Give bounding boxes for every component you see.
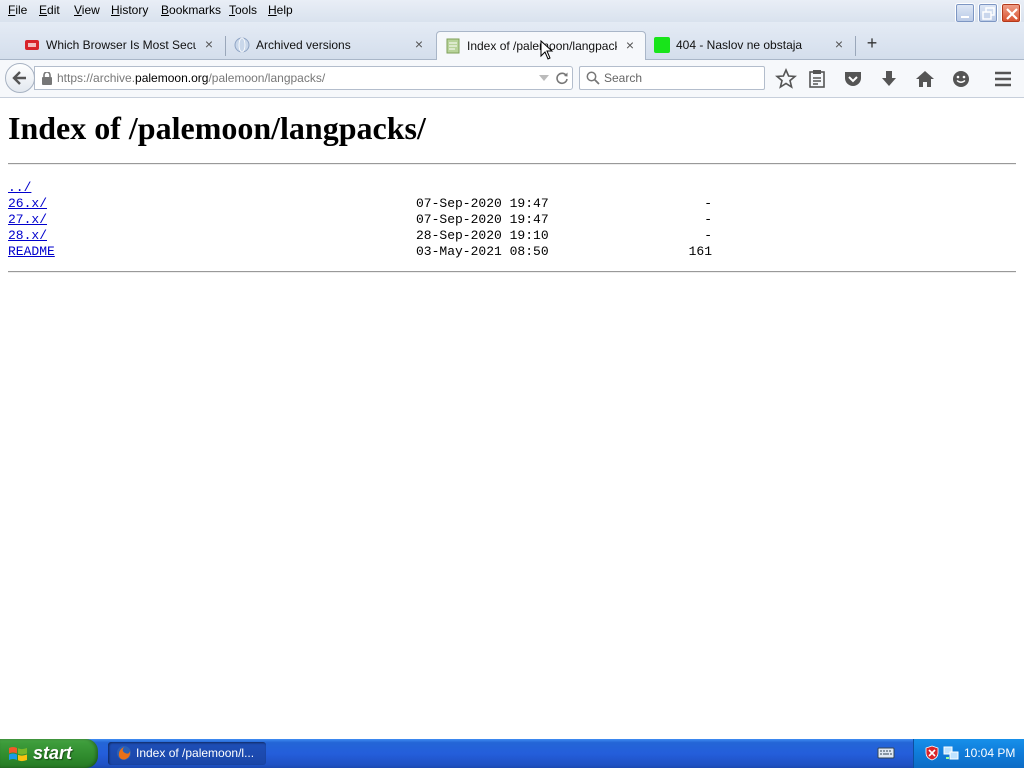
entry-size: - xyxy=(704,196,712,211)
page-icon xyxy=(446,38,460,54)
download-icon[interactable] xyxy=(878,68,900,90)
lock-icon xyxy=(42,72,52,85)
search-bar[interactable] xyxy=(579,66,765,90)
restore-button[interactable] xyxy=(978,3,998,23)
start-label: start xyxy=(33,743,73,763)
taskbar: start Index of /palemoon/l... 10:04 PM xyxy=(0,739,1024,768)
url-prefix: https://archive. xyxy=(57,71,136,85)
chat-smiley-icon[interactable] xyxy=(950,68,972,90)
dropdown-arrow-icon[interactable] xyxy=(538,73,550,83)
minimize-button[interactable] xyxy=(955,3,975,23)
keyboard-icon[interactable] xyxy=(877,746,895,760)
entry-date: 07-Sep-2020 19:47 xyxy=(416,196,549,211)
entry-link-parent[interactable]: ../ xyxy=(8,180,31,196)
menu-tools[interactable]: Tools xyxy=(229,3,257,17)
search-input[interactable] xyxy=(604,70,754,86)
entry-link-28x[interactable]: 28.x/ xyxy=(8,228,47,244)
divider-bottom xyxy=(8,271,1016,273)
entry-size: - xyxy=(704,212,712,227)
tab-title: 404 - Naslov ne obstaja xyxy=(676,38,803,52)
menu-bar: File Edit View History Bookmarks Tools H… xyxy=(0,0,1024,23)
restore-icon xyxy=(982,7,995,20)
tab-which-browser[interactable]: Which Browser Is Most Secur... × xyxy=(16,31,226,60)
bookmark-star-icon[interactable] xyxy=(775,68,797,90)
tab-404[interactable]: 404 - Naslov ne obstaja × xyxy=(646,31,856,60)
reader-list-icon[interactable] xyxy=(806,68,828,90)
menu-edit[interactable]: Edit xyxy=(39,3,60,17)
taskbar-item-browser[interactable]: Index of /palemoon/l... xyxy=(108,742,266,765)
hamburger-menu-icon[interactable] xyxy=(992,68,1014,90)
tab-separator xyxy=(855,36,856,56)
tab-archived-versions[interactable]: Archived versions × xyxy=(226,31,436,60)
globe-icon xyxy=(234,37,250,53)
entry-link-readme[interactable]: README xyxy=(8,244,55,260)
menu-history[interactable]: History xyxy=(111,3,148,17)
entry-date: 07-Sep-2020 19:47 xyxy=(416,212,549,227)
tab-close-icon[interactable]: × xyxy=(832,37,846,51)
browser-app-icon xyxy=(117,746,131,760)
tab-close-icon[interactable]: × xyxy=(202,37,216,51)
url-bar[interactable]: https://archive.palemoon.org/palemoon/la… xyxy=(34,66,573,90)
pocket-icon[interactable] xyxy=(842,68,864,90)
url-text: https://archive.palemoon.org/palemoon/la… xyxy=(57,71,325,85)
back-arrow-icon xyxy=(12,71,26,85)
tab-title: Which Browser Is Most Secur... xyxy=(46,38,196,52)
reload-icon[interactable] xyxy=(555,71,569,85)
entry-date: 28-Sep-2020 19:10 xyxy=(416,228,549,243)
menu-bookmarks[interactable]: Bookmarks xyxy=(161,3,221,17)
navigation-bar: https://archive.palemoon.org/palemoon/la… xyxy=(0,60,1024,98)
url-path: /palemoon/langpacks/ xyxy=(208,71,326,85)
menu-help[interactable]: Help xyxy=(268,3,293,17)
entry-link-26x[interactable]: 26.x/ xyxy=(8,196,47,212)
network-icon[interactable] xyxy=(943,745,959,761)
windows-flag-icon xyxy=(9,747,27,762)
home-icon[interactable] xyxy=(914,68,936,90)
divider-top xyxy=(8,163,1016,165)
back-button[interactable] xyxy=(5,63,35,93)
tab-close-icon[interactable]: × xyxy=(412,37,426,51)
start-button[interactable]: start xyxy=(0,739,98,768)
close-window-button[interactable] xyxy=(1001,3,1021,23)
tab-close-icon[interactable]: × xyxy=(623,38,637,52)
page-content: Index of /palemoon/langpacks/ ../ 26.x/ … xyxy=(0,99,1024,739)
security-shield-icon[interactable] xyxy=(924,745,940,761)
menu-file[interactable]: File xyxy=(8,3,27,17)
url-host: palemoon.org xyxy=(135,71,209,85)
entry-size: - xyxy=(704,228,712,243)
new-tab-button[interactable]: + xyxy=(862,34,882,54)
entry-date: 03-May-2021 08:50 xyxy=(416,244,549,259)
tab-strip: Which Browser Is Most Secur... × Archive… xyxy=(0,22,1024,60)
entry-size: 161 xyxy=(688,244,712,259)
close-icon xyxy=(1006,8,1018,20)
system-tray: 10:04 PM xyxy=(913,739,1024,768)
green-square-icon xyxy=(654,37,670,53)
search-icon xyxy=(586,71,600,85)
minimize-icon xyxy=(961,16,969,18)
entry-link-27x[interactable]: 27.x/ xyxy=(8,212,47,228)
tab-title: Archived versions xyxy=(256,38,351,52)
taskbar-item-label: Index of /palemoon/l... xyxy=(136,746,255,760)
page-title: Index of /palemoon/langpacks/ xyxy=(8,110,426,146)
hd-red-icon xyxy=(25,40,39,50)
mouse-cursor-icon xyxy=(540,40,554,60)
menu-view[interactable]: View xyxy=(74,3,100,17)
clock: 10:04 PM xyxy=(964,746,1016,760)
